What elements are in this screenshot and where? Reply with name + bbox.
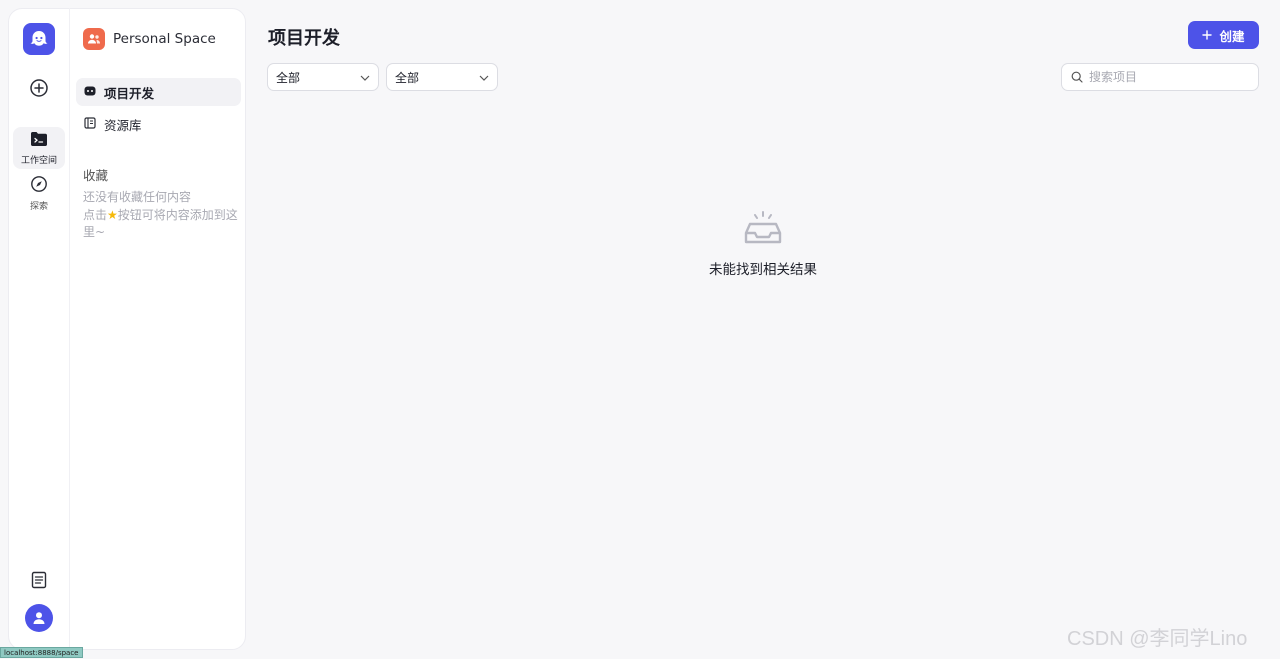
rail-item-workspace[interactable]: 工作空间 — [13, 127, 65, 169]
empty-state: 未能找到相关结果 — [663, 210, 863, 278]
favorites-hint-before: 点击 — [83, 207, 108, 222]
user-icon — [33, 612, 45, 624]
app-logo-icon[interactable] — [23, 23, 55, 55]
page-title: 项目开发 — [268, 28, 340, 49]
create-button-label: 创建 — [1219, 28, 1245, 44]
document-icon[interactable] — [29, 570, 49, 590]
sidebar-item-library[interactable]: 资源库 — [76, 110, 241, 138]
team-icon — [88, 34, 100, 44]
plus-icon — [1202, 28, 1213, 43]
add-circle-icon[interactable] — [28, 77, 50, 99]
sidebar-item-label: 资源库 — [104, 117, 142, 133]
empty-state-text: 未能找到相关结果 — [709, 262, 817, 278]
filter-select-value: 全部 — [395, 70, 420, 85]
empty-inbox-icon — [743, 210, 783, 250]
chevron-down-icon — [360, 70, 370, 84]
sidebar-item-project-dev[interactable]: 项目开发 — [76, 78, 241, 106]
space-avatar — [83, 28, 105, 50]
compass-icon — [30, 175, 48, 197]
favorites-empty-hint: 点击★按钮可将内容添加到这里~ — [83, 207, 243, 242]
search-box[interactable] — [1061, 63, 1259, 91]
status-bar-url: localhost:8888/space — [0, 647, 83, 658]
library-icon — [84, 116, 96, 132]
favorites-title: 收藏 — [83, 168, 109, 183]
rail-item-label: 探索 — [29, 201, 48, 212]
sidebar-item-label: 项目开发 — [104, 85, 155, 101]
bot-icon — [84, 85, 96, 100]
favorites-empty-line: 还没有收藏任何内容 — [83, 190, 192, 204]
search-icon — [1071, 68, 1083, 87]
filter-select-type[interactable]: 全部 — [267, 63, 379, 91]
rail-item-label: 工作空间 — [20, 155, 57, 166]
star-icon: ★ — [107, 207, 118, 222]
workspace-terminal-icon — [30, 131, 48, 151]
rail-item-explore[interactable]: 探索 — [13, 172, 65, 214]
watermark: CSDN @李同学Lino — [1067, 628, 1248, 650]
user-avatar[interactable] — [25, 604, 53, 632]
filter-select-value: 全部 — [276, 70, 301, 85]
filter-select-status[interactable]: 全部 — [386, 63, 498, 91]
space-name: Personal Space — [113, 31, 216, 47]
icon-rail — [8, 8, 70, 650]
create-button[interactable]: 创建 — [1188, 21, 1259, 49]
favorites-empty-text: 还没有收藏任何内容 点击★按钮可将内容添加到这里~ — [83, 189, 243, 242]
chevron-down-icon — [479, 70, 489, 84]
space-selector[interactable]: Personal Space — [83, 28, 216, 50]
search-input[interactable] — [1089, 70, 1249, 84]
